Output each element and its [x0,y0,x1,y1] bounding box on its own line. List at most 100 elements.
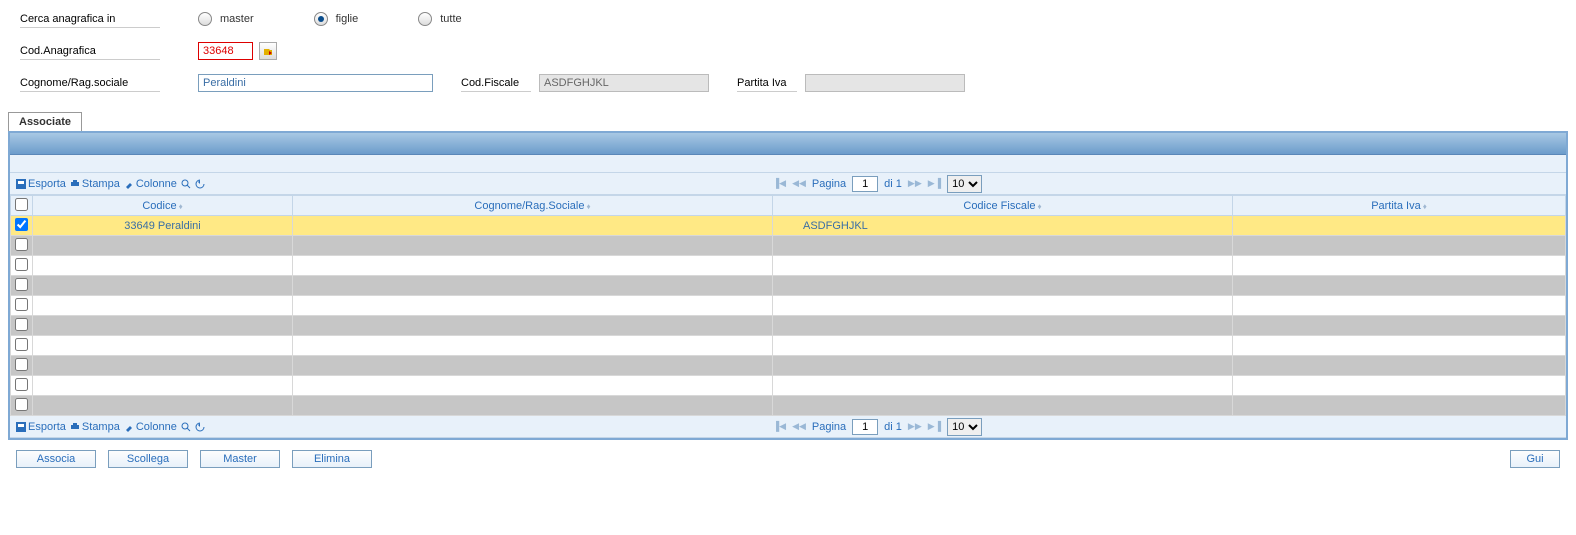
refresh-icon [195,422,205,432]
grid-panel: Esporta Stampa Colonne ▐◀ ◀◀ Pagina di 1… [8,131,1568,440]
radio-tutte[interactable]: tutte [418,12,461,26]
printer-icon [70,422,80,432]
search-radio-group: master figlie tutte [198,12,462,26]
grid-toolbar-bottom: Esporta Stampa Colonne ▐◀ ◀◀ Pagina di 1… [10,416,1566,438]
piva-label: Partita Iva [737,75,797,92]
row-checkbox[interactable] [15,398,28,411]
master-button[interactable]: Master [200,450,280,468]
pager-first[interactable]: ▐◀ [773,178,786,189]
disk-icon [16,422,26,432]
pager-top: ▐◀ ◀◀ Pagina di 1 ▶▶ ▶▐ 10 [773,175,982,193]
table-row[interactable] [11,256,1566,276]
print-link[interactable]: Stampa [70,178,120,190]
radio-master-label: master [220,13,254,25]
table-row[interactable] [11,276,1566,296]
row-checkbox[interactable] [15,278,28,291]
col-cognome[interactable]: Cognome/Rag.Sociale♦ [293,196,773,216]
grid-title-band [10,133,1566,155]
radio-master[interactable]: master [198,12,254,26]
pager-first[interactable]: ▐◀ [773,421,786,432]
row-checkbox[interactable] [15,358,28,371]
cell-piva [1233,216,1566,236]
grid-toolbar-top: Esporta Stampa Colonne ▐◀ ◀◀ Pagina di 1… [10,173,1566,195]
pager-last[interactable]: ▶▐ [928,421,941,432]
columns-link[interactable]: Colonne [124,421,177,433]
codfisc-input [539,74,709,92]
pager-of-label: di 1 [884,421,902,433]
columns-link[interactable]: Colonne [124,178,177,190]
pager-prev[interactable]: ◀◀ [792,178,806,189]
search-in-label: Cerca anagrafica in [20,11,160,28]
row-checkbox[interactable] [15,378,28,391]
pager-next[interactable]: ▶▶ [908,178,922,189]
row-checkbox[interactable] [15,338,28,351]
wrench-icon [124,179,134,189]
grid-header-row: Codice♦ Cognome/Rag.Sociale♦ Codice Fisc… [11,196,1566,216]
cognome-input[interactable] [198,74,433,92]
associa-button[interactable]: Associa [16,450,96,468]
cognome-label: Cognome/Rag.sociale [20,75,160,92]
pager-page-label: Pagina [812,178,846,190]
scollega-button[interactable]: Scollega [108,450,188,468]
codfisc-label: Cod.Fiscale [461,75,531,92]
data-grid: Codice♦ Cognome/Rag.Sociale♦ Codice Fisc… [10,195,1566,416]
pager-page-label: Pagina [812,421,846,433]
refresh-icon [195,179,205,189]
radio-icon [198,12,212,26]
search-icon-link[interactable] [181,179,191,189]
row-checkbox[interactable] [15,218,28,231]
pager-bottom: ▐◀ ◀◀ Pagina di 1 ▶▶ ▶▐ 10 [773,418,982,436]
radio-figlie[interactable]: figlie [314,12,359,26]
refresh-link[interactable] [195,422,205,432]
table-row[interactable] [11,356,1566,376]
radio-tutte-label: tutte [440,13,461,25]
pager-prev[interactable]: ◀◀ [792,421,806,432]
row-checkbox[interactable] [15,258,28,271]
action-bar: Associa Scollega Master Elimina Gui [0,440,1576,472]
refresh-link[interactable] [195,179,205,189]
tab-bar: Associate [8,112,1576,131]
pager-size-select[interactable]: 10 [947,418,982,436]
export-link[interactable]: Esporta [16,421,66,433]
col-codice[interactable]: Codice♦ [33,196,293,216]
folder-arrow-icon [263,46,273,56]
radio-icon [314,12,328,26]
table-row[interactable] [11,376,1566,396]
pager-page-input[interactable] [852,419,878,435]
print-link[interactable]: Stampa [70,421,120,433]
radio-icon [418,12,432,26]
grid-sub-band [10,155,1566,173]
printer-icon [70,179,80,189]
table-row[interactable] [11,336,1566,356]
lookup-button[interactable] [259,42,277,60]
table-row[interactable] [11,236,1566,256]
pager-size-select[interactable]: 10 [947,175,982,193]
guida-button[interactable]: Gui [1510,450,1560,468]
pager-last[interactable]: ▶▐ [928,178,941,189]
piva-input [805,74,965,92]
col-piva[interactable]: Partita Iva♦ [1233,196,1566,216]
row-checkbox[interactable] [15,238,28,251]
form-area: Cerca anagrafica in master figlie tutte … [0,0,1576,108]
export-link[interactable]: Esporta [16,178,66,190]
radio-figlie-label: figlie [336,13,359,25]
search-icon [181,422,191,432]
cod-anagrafica-input[interactable] [198,42,253,60]
elimina-button[interactable]: Elimina [292,450,372,468]
table-row[interactable] [11,316,1566,336]
table-row[interactable]: 33649 Peraldini ASDFGHJKL [11,216,1566,236]
row-checkbox[interactable] [15,318,28,331]
cell-codice: 33649 Peraldini [33,216,293,236]
cod-anagrafica-label: Cod.Anagrafica [20,43,160,60]
pager-next[interactable]: ▶▶ [908,421,922,432]
cell-codfisc: ASDFGHJKL [773,216,1233,236]
search-icon-link[interactable] [181,422,191,432]
select-all-checkbox[interactable] [15,198,28,211]
tab-associate[interactable]: Associate [8,112,82,131]
pager-page-input[interactable] [852,176,878,192]
table-row[interactable] [11,296,1566,316]
row-checkbox[interactable] [15,298,28,311]
col-codfisc[interactable]: Codice Fiscale♦ [773,196,1233,216]
table-row[interactable] [11,396,1566,416]
disk-icon [16,179,26,189]
